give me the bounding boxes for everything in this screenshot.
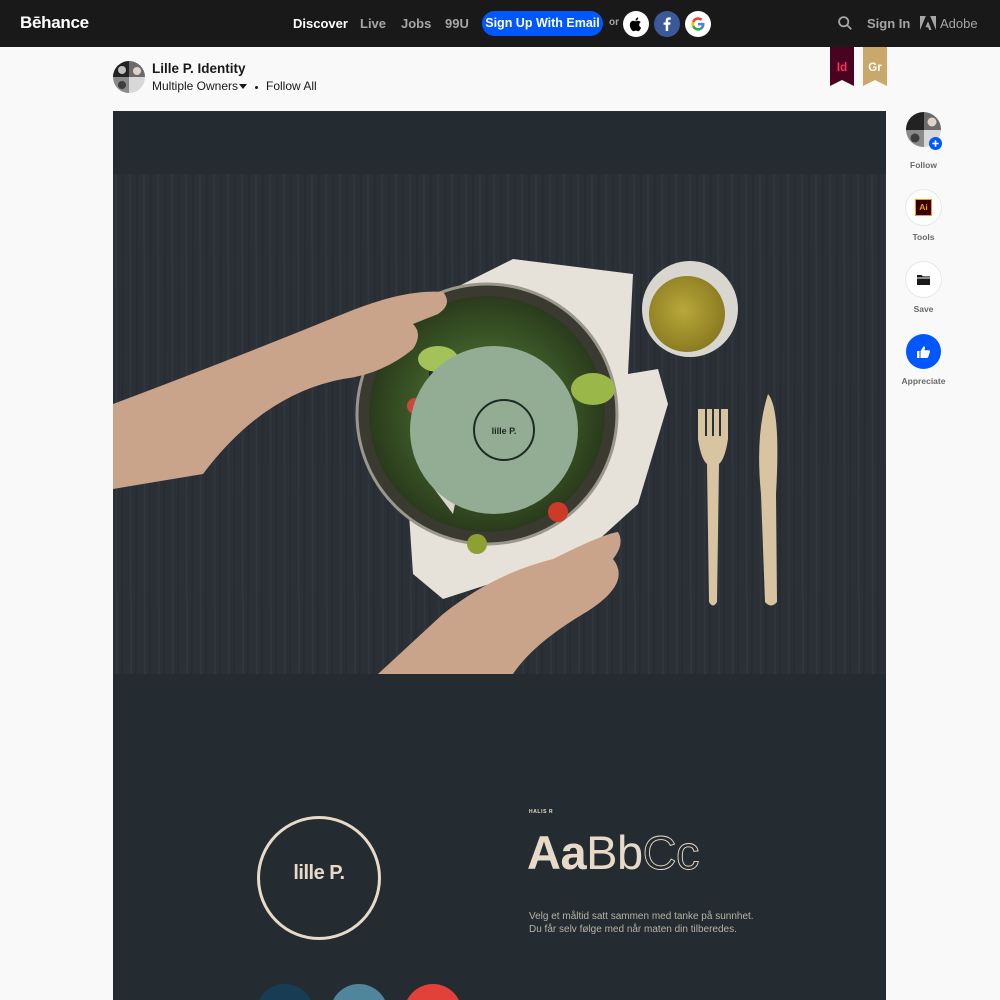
sign-in-link[interactable]: Sign In xyxy=(867,16,910,31)
plus-icon xyxy=(929,137,942,150)
follow-label[interactable]: Follow xyxy=(896,160,951,170)
color-swatch-red xyxy=(404,984,462,1000)
behance-logo[interactable]: Bēhance xyxy=(20,13,89,33)
indesign-tool-ribbon[interactable]: Id xyxy=(830,47,854,86)
search-icon[interactable] xyxy=(838,16,852,30)
owners-avatar-image xyxy=(113,61,145,93)
nav-live[interactable]: Live xyxy=(360,16,386,31)
follow-all-link[interactable]: Follow All xyxy=(266,79,317,93)
project-title: Lille P. Identity xyxy=(152,61,246,76)
folder-icon xyxy=(917,275,930,285)
google-icon xyxy=(691,17,705,31)
or-label: or xyxy=(609,17,619,28)
color-swatch-teal xyxy=(330,984,388,1000)
top-navigation-bar: Bēhance Discover Live Jobs 99U Sign Up W… xyxy=(0,0,1000,47)
appreciate-label[interactable]: Appreciate xyxy=(896,376,951,386)
ribbon-label-id: Id xyxy=(836,62,848,74)
tools-button-circle: Ai xyxy=(906,190,941,225)
save-label[interactable]: Save xyxy=(896,304,951,314)
follow-owners-button[interactable] xyxy=(906,112,942,150)
apple-signin-button[interactable] xyxy=(623,11,649,37)
ribbon-label-gr: Gr xyxy=(868,62,882,74)
facebook-icon xyxy=(663,17,671,31)
typeface-sample-regular: Bb xyxy=(586,826,643,879)
gallery-ribbon[interactable]: Gr xyxy=(863,47,887,86)
lid-brand-label: lille P. xyxy=(492,426,517,436)
salad-bowl-photo: lille P. xyxy=(113,174,886,674)
project-canvas: lille P. lille P. HALIS R AaBbCc Velg et… xyxy=(113,111,886,1000)
nav-jobs[interactable]: Jobs xyxy=(401,16,431,31)
adobe-logo-icon[interactable] xyxy=(920,16,936,30)
typeface-sample: AaBbCc xyxy=(527,825,700,880)
tools-label[interactable]: Tools xyxy=(896,232,951,242)
thumbs-up-icon xyxy=(917,345,930,358)
separator-dot xyxy=(255,86,258,89)
adobe-link[interactable]: Adobe xyxy=(940,16,978,31)
typeface-sample-bold: Aa xyxy=(527,826,587,879)
owners-avatar[interactable] xyxy=(113,61,145,93)
typeface-sample-light: Cc xyxy=(642,826,700,880)
caret-down-icon[interactable] xyxy=(239,84,247,89)
save-button[interactable] xyxy=(906,262,941,297)
body-copy-line-1: Velg et måltid satt sammen med tanke på … xyxy=(529,911,754,922)
color-swatch-navy xyxy=(256,984,314,1000)
save-button-circle xyxy=(906,262,941,297)
brand-logo-text: lille P. xyxy=(293,862,345,884)
body-copy-line-2: Du får selv følge med når maten din tilb… xyxy=(529,924,737,935)
tools-button[interactable]: Ai xyxy=(906,190,941,225)
illustrator-icon: Ai xyxy=(915,199,932,216)
nav-99u[interactable]: 99U xyxy=(445,16,469,31)
multiple-owners-dropdown[interactable]: Multiple Owners xyxy=(152,79,238,93)
typeface-name: HALIS R xyxy=(529,809,554,815)
appreciate-button-circle xyxy=(906,334,941,369)
sign-up-email-button[interactable]: Sign Up With Email xyxy=(482,11,603,36)
nav-discover[interactable]: Discover xyxy=(293,16,348,31)
apple-icon xyxy=(629,17,642,32)
google-signin-button[interactable] xyxy=(685,11,711,37)
appreciate-button[interactable] xyxy=(906,334,941,369)
facebook-signin-button[interactable] xyxy=(654,11,680,37)
